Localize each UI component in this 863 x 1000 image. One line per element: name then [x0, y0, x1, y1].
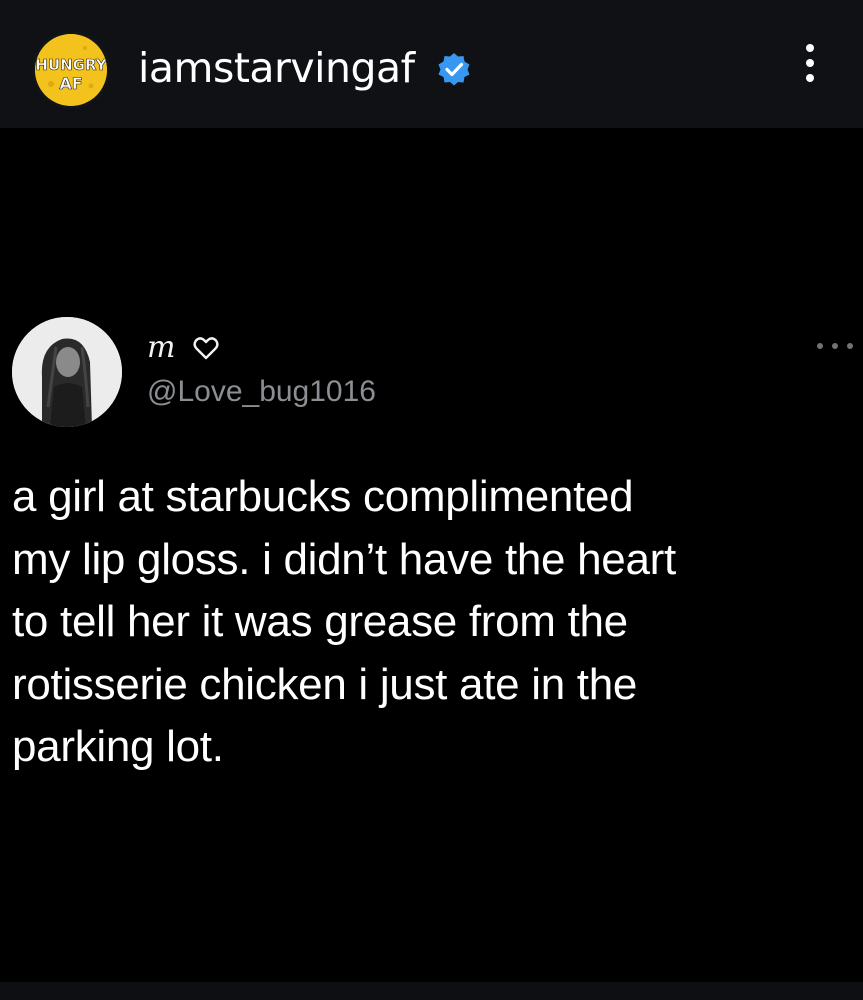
bottom-divider	[0, 982, 863, 1000]
more-horizontal-icon[interactable]	[817, 340, 853, 352]
hungry-af-logo: HUNGRY AF	[35, 34, 107, 106]
tweet-author-avatar[interactable]	[12, 317, 122, 427]
account-username[interactable]: iamstarvingaf	[138, 40, 415, 96]
profile-photo	[12, 317, 122, 427]
tweet-display-name[interactable]: m	[147, 330, 175, 366]
logo-text-hungry: HUNGRY	[35, 56, 107, 74]
heart-outline-icon	[193, 337, 220, 360]
verified-badge-icon	[438, 53, 470, 86]
tweet-handle[interactable]: @Love_bug1016	[147, 372, 376, 412]
tweet-body-text: a girl at starbucks complimented my lip …	[12, 472, 676, 771]
post-header: HUNGRY AF iamstarvingaf	[0, 0, 863, 128]
logo-text-af: AF	[59, 74, 82, 93]
account-avatar[interactable]: HUNGRY AF	[35, 34, 107, 106]
tweet-author-name-row: m	[147, 328, 220, 368]
instagram-post: HUNGRY AF iamstarvingaf m @Love_bug1016	[0, 0, 863, 1000]
more-vertical-icon[interactable]	[796, 44, 824, 90]
